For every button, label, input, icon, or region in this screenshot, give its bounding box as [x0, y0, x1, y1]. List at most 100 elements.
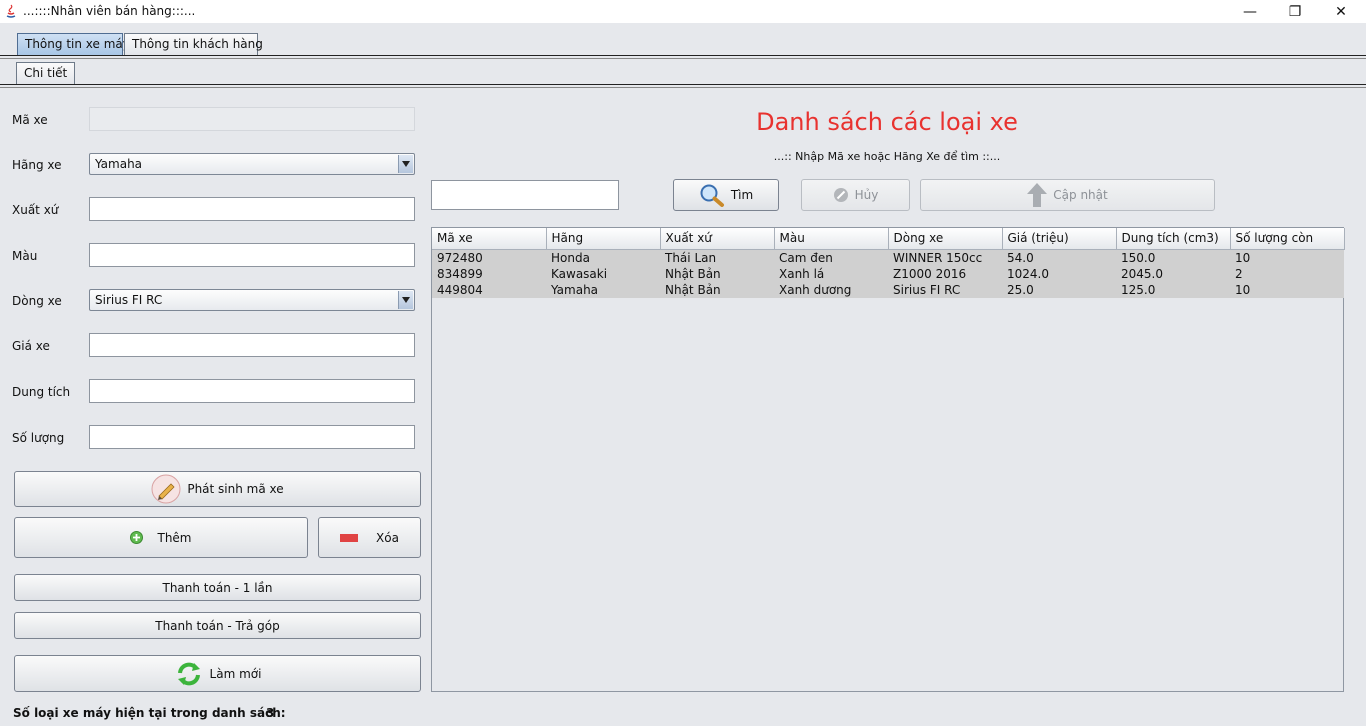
column-header[interactable]: Dung tích (cm3) — [1116, 228, 1231, 250]
window-title: ...::::Nhân viên bán hàng:::... — [23, 4, 196, 18]
table-cell: Nhật Bản — [660, 265, 774, 282]
table-cell: 2045.0 — [1116, 265, 1230, 282]
pay-installment-button[interactable]: Thanh toán - Trả góp — [14, 612, 421, 639]
ma-xe-label: Mã xe — [12, 113, 48, 127]
refresh-icon — [174, 659, 204, 689]
table-cell: 10 — [1230, 249, 1344, 266]
search-hint: ...:: Nhập Mã xe hoặc Hãng Xe để tìm ::.… — [773, 150, 1001, 163]
subtab-divider-shadow — [0, 87, 1366, 88]
tab-chi-tiet[interactable]: Chi tiết — [16, 62, 76, 85]
table-cell: 449804 — [432, 281, 546, 298]
minimize-button[interactable]: — — [1227, 0, 1273, 23]
vehicle-count-label: Số loại xe máy hiện tại trong danh sách: — [13, 706, 286, 720]
update-button[interactable]: Cập nhật — [920, 179, 1215, 211]
table-cell: Kawasaki — [546, 265, 660, 282]
table-cell: Xanh lá — [774, 265, 888, 282]
delete-label: Xóa — [376, 530, 399, 545]
table-cell: Honda — [546, 249, 660, 266]
gia-xe-label: Giá xe — [12, 339, 50, 353]
dong-xe-select[interactable]: Sirius FI RC — [89, 289, 415, 311]
search-input[interactable] — [431, 180, 619, 210]
dung-tich-label: Dung tích — [12, 385, 71, 399]
up-arrow-icon — [1027, 183, 1048, 207]
table-cell: Thái Lan — [660, 249, 774, 266]
mau-input[interactable] — [89, 243, 415, 267]
table-cell: Nhật Bản — [660, 281, 774, 298]
tab-divider — [0, 55, 1366, 56]
pay-once-label: Thanh toán - 1 lần — [162, 580, 273, 595]
hang-xe-value: Yamaha — [95, 157, 143, 171]
cancel-label: Hủy — [854, 188, 879, 202]
hang-xe-label: Hãng xe — [12, 158, 62, 172]
gia-xe-input[interactable] — [89, 333, 415, 357]
update-label: Cập nhật — [1053, 188, 1108, 202]
tab-thong-tin-xe-may[interactable]: Thông tin xe máy — [17, 33, 130, 55]
dong-xe-value: Sirius FI RC — [95, 293, 163, 307]
pay-once-button[interactable]: Thanh toán - 1 lần — [14, 574, 421, 601]
table-cell: 125.0 — [1116, 281, 1230, 298]
pay-installment-label: Thanh toán - Trả góp — [155, 618, 280, 633]
tab-thong-tin-khach-hang[interactable]: Thông tin khách hàng — [124, 33, 263, 55]
list-heading: Danh sách các loại xe — [756, 108, 1018, 136]
table-cell: Z1000 2016 — [888, 265, 1002, 282]
delete-button[interactable]: Xóa — [318, 517, 421, 558]
column-header[interactable]: Giá (triệu) — [1002, 228, 1117, 250]
column-header[interactable]: Mã xe — [432, 228, 547, 250]
chevron-down-icon[interactable] — [398, 291, 413, 309]
table-cell: 10 — [1230, 281, 1344, 298]
table-cell: Sirius FI RC — [888, 281, 1002, 298]
table-cell: Cam đen — [774, 249, 888, 266]
table-cell: Xanh dương — [774, 281, 888, 298]
so-luong-label: Số lượng — [12, 431, 65, 445]
table-row[interactable]: 972480 Honda Thái Lan Cam đen WINNER 150… — [432, 249, 1344, 266]
table-cell: 54.0 — [1002, 249, 1116, 266]
table-cell: 1024.0 — [1002, 265, 1116, 282]
table-row[interactable]: 449804 Yamaha Nhật Bản Xanh dương Sirius… — [432, 281, 1344, 298]
column-header[interactable]: Màu — [774, 228, 889, 250]
refresh-button[interactable]: Làm mới — [14, 655, 421, 692]
mau-label: Màu — [12, 249, 38, 263]
column-header[interactable]: Hãng — [546, 228, 661, 250]
hang-xe-select[interactable]: Yamaha — [89, 153, 415, 175]
generate-id-label: Phát sinh mã xe — [187, 482, 284, 496]
dung-tich-input[interactable] — [89, 379, 415, 403]
dong-xe-label: Dòng xe — [12, 294, 62, 308]
column-header[interactable]: Số lượng còn — [1230, 228, 1345, 250]
table-cell: 150.0 — [1116, 249, 1230, 266]
vehicle-count-value: 3 — [266, 706, 275, 720]
search-label: Tìm — [730, 188, 754, 202]
add-label: Thêm — [157, 530, 192, 545]
column-header[interactable]: Dòng xe — [888, 228, 1003, 250]
subtab-divider — [0, 84, 1366, 85]
table-cell: 834899 — [432, 265, 546, 282]
minus-icon — [340, 533, 359, 542]
title-bar — [0, 0, 1366, 23]
cancel-icon — [833, 187, 849, 203]
generate-id-button[interactable]: Phát sinh mã xe — [14, 471, 421, 507]
table-cell: 972480 — [432, 249, 546, 266]
table-cell: WINNER 150cc — [888, 249, 1002, 266]
cancel-button[interactable]: Hủy — [801, 179, 910, 211]
table-row[interactable]: 834899 Kawasaki Nhật Bản Xanh lá Z1000 2… — [432, 265, 1344, 282]
add-icon — [130, 531, 144, 544]
tab-divider-shadow — [0, 58, 1366, 59]
pencil-icon — [151, 474, 181, 504]
table-header-row: Mã xe Hãng Xuất xứ Màu Dòng xe Giá (triệ… — [432, 228, 1345, 250]
refresh-label: Làm mới — [209, 666, 262, 681]
search-icon — [699, 183, 725, 207]
table-cell: 25.0 — [1002, 281, 1116, 298]
add-button[interactable]: Thêm — [14, 517, 308, 558]
so-luong-input[interactable] — [89, 425, 415, 449]
table-cell: Yamaha — [546, 281, 660, 298]
column-header[interactable]: Xuất xứ — [660, 228, 775, 250]
xuat-xu-label: Xuất xứ — [12, 203, 59, 217]
xuat-xu-input[interactable] — [89, 197, 415, 221]
restore-button[interactable]: ❐ — [1272, 0, 1318, 23]
search-button[interactable]: Tìm — [673, 179, 779, 211]
vehicle-table[interactable]: Mã xe Hãng Xuất xứ Màu Dòng xe Giá (triệ… — [431, 227, 1345, 692]
java-app-icon — [4, 3, 18, 19]
table-cell: 2 — [1230, 265, 1344, 282]
close-button[interactable]: ✕ — [1318, 0, 1364, 23]
ma-xe-field — [89, 107, 415, 131]
chevron-down-icon[interactable] — [398, 155, 413, 173]
